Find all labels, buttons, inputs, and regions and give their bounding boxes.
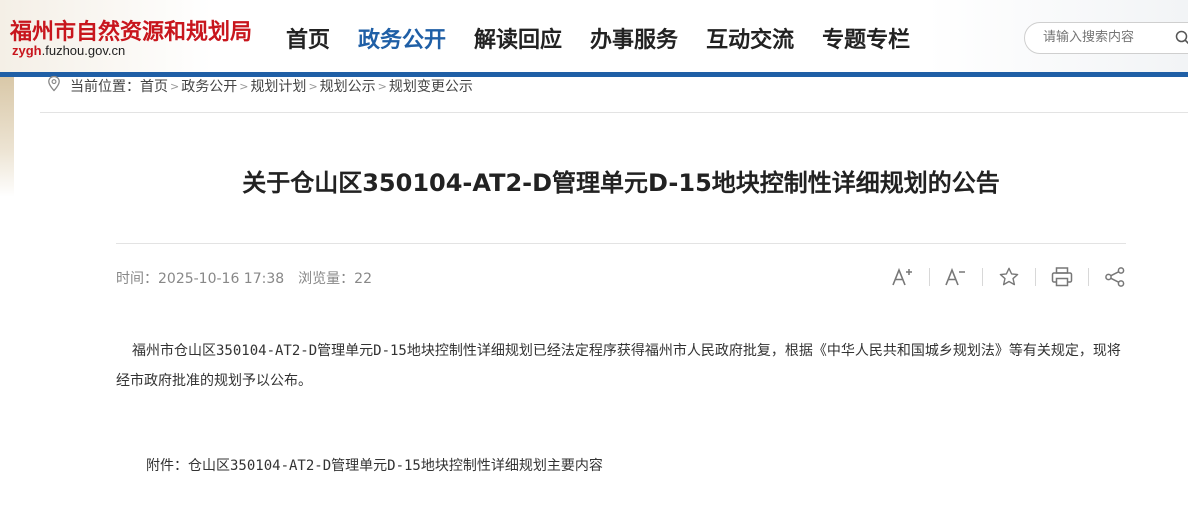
attachment-label: 附件： [146, 458, 188, 474]
breadcrumb-planning-plan[interactable]: 规划计划 [250, 76, 306, 96]
publish-time-value: 2025-10-16 17:38 [158, 271, 285, 287]
nav-item-home[interactable]: 首页 [286, 22, 330, 54]
tool-divider [1035, 268, 1036, 286]
view-count-label: 浏览量： [298, 271, 355, 287]
article-meta: 时间：2025-10-16 17:38 浏览量：22 [116, 268, 372, 288]
font-decrease-icon[interactable] [943, 264, 969, 290]
decorative-strip [0, 77, 14, 197]
article-body: 福州市仓山区350104-AT2-D管理单元D-15地块控制性详细规划已经法定程… [116, 343, 1121, 389]
search-box [1024, 22, 1188, 54]
nav-item-interpretation[interactable]: 解读回应 [474, 22, 562, 54]
breadcrumb-separator: > [170, 79, 180, 93]
breadcrumb-prefix: 当前位置： [70, 79, 140, 95]
tool-divider [982, 268, 983, 286]
breadcrumb-government-affairs[interactable]: 政务公开 [181, 76, 237, 96]
site-header: 福州市自然资源和规划局 zygh.fuzhou.gov.cn 首页 政务公开 解… [0, 0, 1188, 72]
location-pin-icon [46, 75, 62, 97]
font-increase-icon[interactable] [890, 264, 916, 290]
site-logo-title[interactable]: 福州市自然资源和规划局 [10, 14, 252, 46]
share-icon[interactable] [1102, 264, 1128, 290]
breadcrumb-separator: > [239, 79, 249, 93]
article-title: 关于仓山区350104-AT2-D管理单元D-15地块控制性详细规划的公告 [242, 169, 1000, 197]
title-divider [116, 243, 1126, 244]
search-input[interactable] [1041, 29, 1165, 46]
breadcrumb-divider [40, 112, 1188, 113]
attachment-line: 附件：仓山区350104-AT2-D管理单元D-15地块控制性详细规划主要内容 [146, 455, 603, 475]
domain-prefix: zygh [12, 43, 42, 58]
article-tools [890, 264, 1128, 290]
breadcrumb-separator: > [377, 79, 387, 93]
nav-item-services[interactable]: 办事服务 [590, 22, 678, 54]
nav-item-special-topics[interactable]: 专题专栏 [822, 22, 910, 54]
breadcrumb-home[interactable]: 首页 [140, 76, 168, 96]
star-icon[interactable] [996, 264, 1022, 290]
main-nav: 首页 政务公开 解读回应 办事服务 互动交流 专题专栏 [286, 22, 938, 54]
search-icon[interactable] [1175, 30, 1188, 50]
breadcrumb-separator: > [308, 79, 318, 93]
view-count-value: 22 [354, 271, 372, 287]
publish-time-label: 时间： [116, 271, 158, 287]
breadcrumb-planning-change-notice[interactable]: 规划变更公示 [389, 76, 473, 96]
tool-divider [929, 268, 930, 286]
print-icon[interactable] [1049, 264, 1075, 290]
tool-divider [1088, 268, 1089, 286]
nav-item-interaction[interactable]: 互动交流 [706, 22, 794, 54]
site-domain: zygh.fuzhou.gov.cn [12, 43, 125, 58]
attachment-link[interactable]: 仓山区350104-AT2-D管理单元D-15地块控制性详细规划主要内容 [188, 458, 603, 474]
breadcrumb: 当前位置： 首页 > 政务公开 > 规划计划 > 规划公示 > 规划变更公示 [46, 75, 473, 97]
domain-suffix: .fuzhou.gov.cn [41, 43, 126, 58]
breadcrumb-planning-notice[interactable]: 规划公示 [320, 76, 376, 96]
nav-item-government-affairs[interactable]: 政务公开 [358, 22, 446, 54]
